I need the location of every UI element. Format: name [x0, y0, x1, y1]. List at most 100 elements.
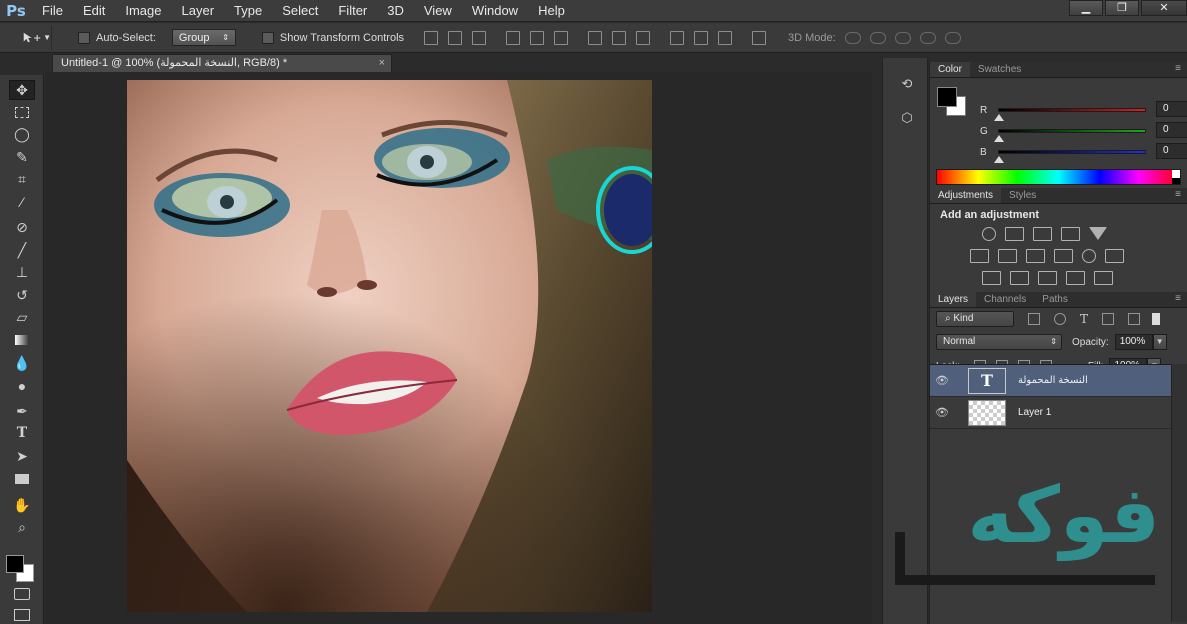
photo-filter-icon[interactable]	[1054, 249, 1073, 263]
tab-swatches[interactable]: Swatches	[970, 62, 1029, 77]
crop-tool[interactable]: ⌗	[9, 169, 35, 189]
opacity-input[interactable]: 100%	[1114, 334, 1153, 350]
hue-saturation-icon[interactable]	[970, 249, 989, 263]
opacity-dropdown-arrow[interactable]: ▼	[1152, 334, 1167, 350]
menu-image[interactable]: Image	[115, 0, 171, 22]
show-transform-checkbox[interactable]	[261, 31, 274, 44]
fg-color-swatch-panel[interactable]	[937, 87, 957, 107]
blur-tool[interactable]: 💧	[9, 353, 35, 373]
brush-tool[interactable]: ╱	[9, 240, 35, 260]
type-tool[interactable]: T	[9, 423, 35, 443]
fg-color-swatch[interactable]	[6, 555, 24, 573]
tab-layers[interactable]: Layers	[930, 292, 977, 307]
vibrance-icon[interactable]	[1089, 227, 1107, 240]
slider-r[interactable]: R 0	[980, 101, 1187, 122]
quick-select-tool[interactable]: ✎	[9, 147, 35, 167]
history-brush-tool[interactable]: ↺	[9, 285, 35, 305]
threshold-icon[interactable]	[1038, 271, 1057, 285]
selective-color-icon[interactable]	[1066, 271, 1085, 285]
eye-icon[interactable]: 👁	[930, 374, 954, 387]
color-balance-icon[interactable]	[998, 249, 1017, 263]
document-tab[interactable]: Untitled-1 @ 100% (النسخة المحمولة, RGB/…	[52, 54, 392, 72]
tab-color[interactable]: Color	[930, 62, 970, 77]
tab-adjustments[interactable]: Adjustments	[930, 188, 1002, 203]
3d-pan-icon[interactable]	[894, 31, 911, 44]
slider-r-track[interactable]	[998, 108, 1146, 112]
align-hcenter-icon[interactable]	[530, 30, 545, 45]
curves-icon[interactable]	[1033, 227, 1052, 241]
3d-slide-icon[interactable]	[919, 31, 936, 44]
channel-mixer-icon[interactable]	[1082, 249, 1096, 263]
slider-r-thumb[interactable]	[994, 114, 1004, 121]
layer-name[interactable]: النسخة المحمولة	[1018, 375, 1088, 386]
close-icon[interactable]: ×	[379, 55, 385, 72]
slider-g-value[interactable]: 0	[1156, 122, 1187, 138]
eye-icon[interactable]: 👁	[930, 406, 954, 419]
spectrum-black-swatch[interactable]	[1172, 178, 1180, 184]
pen-tool[interactable]: ✒	[9, 401, 35, 421]
history-panel-button[interactable]: ⟲	[896, 74, 918, 94]
lasso-tool[interactable]: ◯	[9, 124, 35, 144]
menu-file[interactable]: File	[32, 0, 73, 22]
minimize-button[interactable]: ▁	[1069, 0, 1103, 16]
align-left-icon[interactable]	[506, 30, 521, 45]
screen-mode-button[interactable]	[9, 605, 35, 624]
filter-pixel-icon[interactable]	[1028, 313, 1040, 325]
distribute-vcenter-icon[interactable]	[612, 30, 627, 45]
panel-menu-icon[interactable]: ≡	[1175, 62, 1181, 76]
menu-3d[interactable]: 3D	[377, 0, 414, 22]
slider-b[interactable]: B 0	[980, 143, 1187, 164]
canvas-area[interactable]	[46, 72, 872, 624]
tab-paths[interactable]: Paths	[1034, 292, 1076, 307]
quick-mask-button[interactable]	[9, 584, 35, 604]
slider-g[interactable]: G 0	[980, 122, 1187, 143]
menu-view[interactable]: View	[414, 0, 462, 22]
black-white-icon[interactable]	[1026, 249, 1045, 263]
filter-toggle[interactable]	[1152, 313, 1161, 325]
invert-icon[interactable]	[982, 271, 1001, 285]
filter-adjustment-icon[interactable]	[1054, 313, 1066, 325]
healing-brush-tool[interactable]: ⊘	[9, 217, 35, 237]
zoom-tool[interactable]: ⌕	[9, 517, 35, 537]
path-select-tool[interactable]: ➤	[9, 446, 35, 466]
distribute-hcenter-icon[interactable]	[694, 30, 709, 45]
gradient-map-icon[interactable]	[1094, 271, 1113, 285]
eraser-tool[interactable]: ▱	[9, 307, 35, 327]
move-tool-preset[interactable]: ▼	[0, 25, 52, 50]
document-image[interactable]	[127, 80, 652, 612]
distribute-top-icon[interactable]	[588, 30, 603, 45]
layer-row[interactable]: 👁 T النسخة المحمولة	[930, 365, 1171, 397]
menu-type[interactable]: Type	[224, 0, 272, 22]
distribute-right-icon[interactable]	[718, 30, 733, 45]
auto-align-icon[interactable]	[752, 30, 767, 45]
3d-rotate-icon[interactable]	[844, 31, 861, 44]
gradient-tool[interactable]	[9, 330, 35, 350]
menu-select[interactable]: Select	[272, 0, 328, 22]
tab-channels[interactable]: Channels	[976, 292, 1034, 307]
layer-row[interactable]: 👁 Layer 1	[930, 397, 1171, 429]
slider-g-track[interactable]	[998, 129, 1146, 133]
menu-help[interactable]: Help	[528, 0, 575, 22]
auto-select-checkbox[interactable]	[78, 31, 90, 44]
posterize-icon[interactable]	[1010, 271, 1029, 285]
slider-g-thumb[interactable]	[994, 135, 1004, 142]
slider-b-track[interactable]	[998, 150, 1146, 154]
hand-tool[interactable]: ✋	[9, 495, 35, 515]
layer-name[interactable]: Layer 1	[1018, 407, 1051, 418]
filter-smart-object-icon[interactable]	[1128, 313, 1141, 325]
dodge-tool[interactable]: ●	[9, 376, 35, 396]
filter-shape-icon[interactable]	[1102, 313, 1115, 325]
panel-menu-icon[interactable]: ≡	[1175, 292, 1181, 306]
filter-type-icon[interactable]: T	[1080, 312, 1088, 326]
levels-icon[interactable]	[1005, 227, 1024, 241]
shape-tool[interactable]	[9, 469, 35, 489]
3d-scale-icon[interactable]	[944, 31, 961, 44]
color-spectrum[interactable]	[936, 169, 1181, 185]
marquee-tool[interactable]	[9, 102, 35, 122]
eyedropper-tool[interactable]: ⁄	[9, 192, 35, 212]
tab-styles[interactable]: Styles	[1001, 188, 1044, 203]
restore-button[interactable]: ❐	[1105, 0, 1139, 16]
align-right-icon[interactable]	[554, 30, 569, 45]
menu-window[interactable]: Window	[462, 0, 528, 22]
brightness-icon[interactable]	[982, 227, 996, 241]
